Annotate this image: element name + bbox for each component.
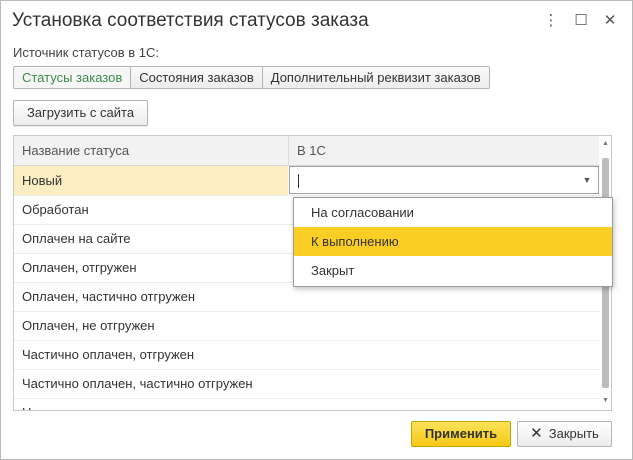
dropdown-option-for-execution[interactable]: К выполнению (294, 227, 612, 256)
dropdown-option-closed[interactable]: Закрыт (294, 256, 612, 285)
dropdown-arrow-icon[interactable]: ▼ (576, 167, 598, 193)
status-name-cell: Частично оплачен, отгружен (22, 347, 195, 362)
title-bar: Установка соответствия статусов заказа ⋮… (1, 1, 632, 41)
tab-order-statuses[interactable]: Статусы заказов (13, 66, 132, 89)
table-row[interactable]: Частично оплачен, частично отгружен (14, 369, 599, 399)
column-header-status-name[interactable]: Название статуса (22, 136, 129, 165)
dropdown-option-label: К выполнению (311, 234, 399, 249)
dialog-window: Установка соответствия статусов заказа ⋮… (0, 0, 633, 460)
table-row[interactable]: Новый ▼ (14, 166, 599, 196)
table-row[interactable]: Оплачен, не отгружен (14, 311, 599, 341)
dialog-title: Установка соответствия статусов заказа (12, 10, 369, 31)
status-name-cell: Оплачен, отгружен (22, 260, 137, 275)
status-name-cell: Новый (22, 173, 63, 188)
status-name-cell: Н... (22, 398, 42, 410)
table-row[interactable]: Частично оплачен, отгружен (14, 340, 599, 370)
dropdown-option-label: На согласовании (311, 205, 414, 220)
scroll-down-icon[interactable]: ▼ (600, 395, 611, 407)
more-options-icon[interactable]: ⋮ (541, 10, 561, 32)
apply-button[interactable]: Применить (411, 421, 511, 447)
status-name-cell: Оплачен, частично отгружен (22, 289, 196, 304)
close-button-label: Закрыть (548, 426, 599, 441)
tab-additional-attribute[interactable]: Дополнительный реквизит заказов (262, 66, 490, 89)
source-label: Источник статусов в 1С: (13, 45, 159, 60)
close-x-icon: ✕ (530, 425, 543, 442)
dropdown-option-on-approval[interactable]: На согласовании (294, 198, 612, 227)
tab-order-states[interactable]: Состояния заказов (131, 66, 263, 89)
load-from-site-button[interactable]: Загрузить с сайта (13, 100, 148, 126)
status-dropdown-list: На согласовании К выполнению Закрыт (293, 197, 613, 287)
column-header-in-1c[interactable]: В 1С (297, 136, 326, 165)
table-row[interactable]: Н... (14, 398, 599, 410)
dropdown-option-label: Закрыт (311, 263, 355, 278)
status-name-cell: Оплачен на сайте (22, 231, 131, 246)
column-separator (288, 136, 289, 165)
scroll-up-icon[interactable]: ▲ (600, 138, 611, 150)
source-tabs: Статусы заказов Состояния заказов Дополн… (13, 66, 490, 89)
status-name-cell: Обработан (22, 202, 89, 217)
table-header: Название статуса В 1С (14, 136, 599, 166)
text-cursor (298, 174, 299, 188)
status-name-cell: Оплачен, не отгружен (22, 318, 155, 333)
close-button[interactable]: ✕ Закрыть (517, 421, 612, 447)
close-icon[interactable]: ✕ (600, 10, 620, 32)
status-name-cell: Частично оплачен, частично отгружен (22, 376, 253, 391)
maximize-icon[interactable]: ☐ (571, 10, 591, 32)
in-1c-select-field[interactable]: ▼ (289, 166, 599, 194)
